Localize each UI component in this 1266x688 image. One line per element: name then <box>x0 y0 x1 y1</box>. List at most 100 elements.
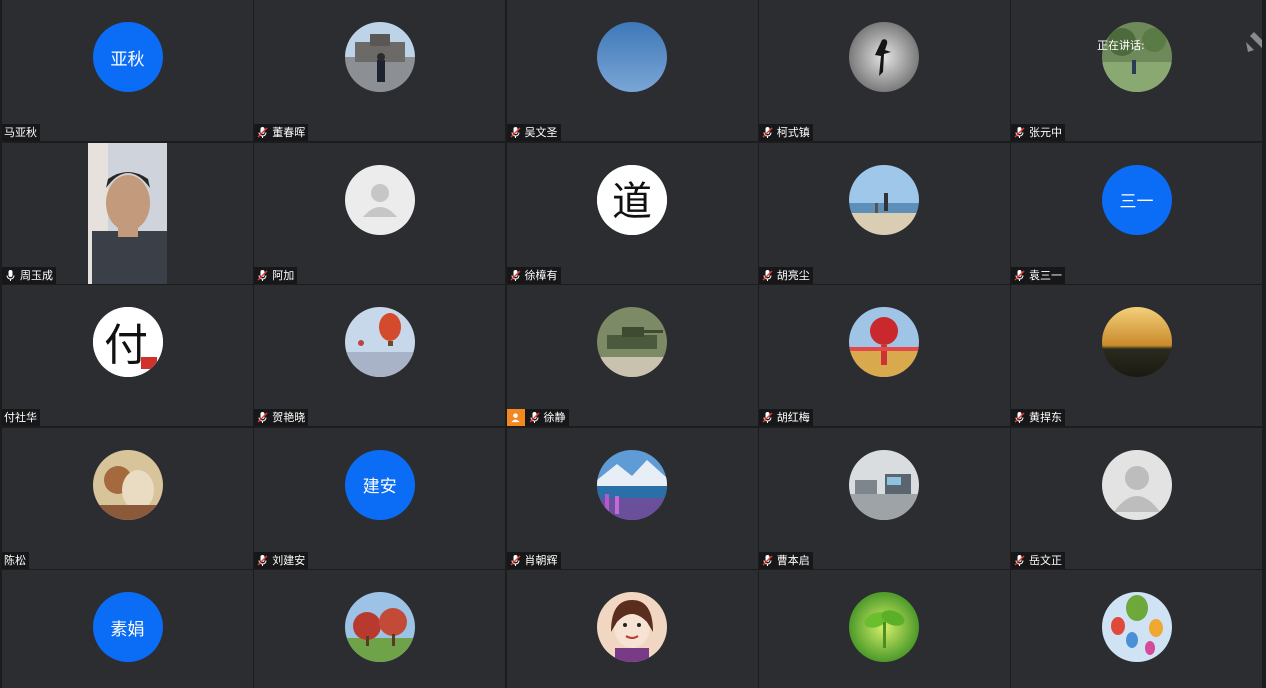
name-label: 曹本启 <box>758 551 813 569</box>
participant-tile[interactable]: 建安 刘建安 <box>254 427 506 569</box>
participant-name: 肖朝辉 <box>524 553 558 567</box>
name-label: 黄捍东 <box>1011 409 1065 426</box>
participant-name: 袁三一 <box>1029 268 1062 282</box>
participant-tile[interactable]: 胡亮尘 <box>758 142 1010 284</box>
avatar <box>597 22 667 92</box>
participant-tile[interactable] <box>254 570 506 688</box>
avatar <box>597 449 667 520</box>
participant-name: 岳文正 <box>1029 553 1062 567</box>
participant-name: 张元中 <box>1029 126 1062 139</box>
muted-mic-icon <box>761 411 774 424</box>
avatar <box>344 592 415 662</box>
participant-name: 贺艳晓 <box>272 411 306 424</box>
participant-tile[interactable]: 董春晖 <box>254 0 506 141</box>
participant-name: 胡亮尘 <box>776 268 810 282</box>
participant-name: 黄捍东 <box>1029 411 1062 424</box>
participant-tile[interactable]: 阿加 <box>254 142 506 284</box>
name-label: 贺艳晓 <box>254 409 309 426</box>
muted-mic-icon <box>509 554 522 567</box>
avatar <box>849 164 920 235</box>
avatar: 亚秋 <box>92 22 163 92</box>
name-label: 付社华 <box>2 409 40 426</box>
name-label: 马亚秋 <box>2 124 40 141</box>
participant-tile[interactable]: 付 付社华 <box>2 285 253 426</box>
mic-icon <box>4 269 17 282</box>
host-person-icon <box>506 408 525 426</box>
muted-mic-icon <box>509 126 522 139</box>
muted-mic-icon <box>1013 269 1026 282</box>
avatar <box>597 307 667 377</box>
participant-name: 周玉成 <box>20 268 53 282</box>
name-label: 周玉成 <box>2 266 56 284</box>
muted-mic-icon <box>1013 554 1026 567</box>
name-label: 徐樟有 <box>506 266 561 284</box>
muted-mic-icon <box>761 126 774 139</box>
participant-tile[interactable]: 肖朝辉 <box>506 427 758 569</box>
participant-tile[interactable]: 徐静 <box>506 285 758 426</box>
name-label: 张元中 <box>1011 124 1065 141</box>
avatar <box>344 307 415 377</box>
avatar <box>1101 449 1172 520</box>
participant-tile[interactable]: 陈松 <box>2 427 253 569</box>
participant-tile[interactable]: 素娟 <box>2 570 253 688</box>
participant-tile[interactable] <box>1011 570 1262 688</box>
participant-tile[interactable]: 柯式镇 <box>758 0 1010 141</box>
participant-tile[interactable]: 黄捍东 <box>1011 285 1262 426</box>
name-label: 胡红梅 <box>758 409 813 426</box>
participant-tile[interactable]: 周玉成 <box>2 142 253 284</box>
participant-tile[interactable]: 岳文正 <box>1011 427 1262 569</box>
participant-tile[interactable]: 道 徐樟有 <box>506 142 758 284</box>
name-label: 阿加 <box>254 266 298 284</box>
name-label: 岳文正 <box>1011 551 1065 569</box>
muted-mic-icon <box>761 554 774 567</box>
live-video <box>88 142 167 284</box>
avatar <box>597 592 667 662</box>
avatar: 素娟 <box>92 592 163 662</box>
participant-tile[interactable] <box>758 570 1010 688</box>
participant-tile[interactable]: 正在讲话: 张元中 <box>1011 0 1262 141</box>
participant-tile[interactable]: 曹本启 <box>758 427 1010 569</box>
muted-mic-icon <box>509 269 522 282</box>
name-label: 吴文圣 <box>506 124 561 141</box>
participant-name: 曹本启 <box>776 553 810 567</box>
muted-mic-icon <box>1013 411 1026 424</box>
avatar <box>1101 307 1172 377</box>
participant-tile[interactable]: 胡红梅 <box>758 285 1010 426</box>
calligraphy-text: 道 <box>612 179 652 225</box>
muted-mic-icon <box>256 269 269 282</box>
avatar <box>849 449 920 520</box>
avatar <box>344 164 415 235</box>
participant-name: 马亚秋 <box>4 126 37 139</box>
participant-tile[interactable]: 三一 袁三一 <box>1011 142 1262 284</box>
participant-name: 付社华 <box>4 411 37 424</box>
name-label: 陈松 <box>2 551 29 569</box>
participant-tile[interactable] <box>506 570 758 688</box>
muted-mic-icon <box>1013 126 1026 139</box>
participant-tile[interactable]: 贺艳晓 <box>254 285 506 426</box>
pin-icon[interactable] <box>1240 30 1262 56</box>
participant-name: 陈松 <box>4 553 26 567</box>
name-label: 柯式镇 <box>758 124 813 141</box>
participant-name: 柯式镇 <box>776 126 810 139</box>
participant-tile[interactable]: 吴文圣 <box>506 0 758 141</box>
participant-name: 董春晖 <box>272 126 306 139</box>
avatar <box>849 22 920 92</box>
avatar <box>1101 592 1172 662</box>
muted-mic-icon <box>256 554 269 567</box>
participant-grid: 亚秋 马亚秋 董春晖 吴文圣 柯式镇 正在讲话: 张元中 周玉成 阿加 道 徐樟… <box>2 0 1262 688</box>
name-label: 徐静 <box>506 408 569 426</box>
name-label: 刘建安 <box>254 551 309 569</box>
speaking-indicator: 正在讲话: <box>1097 39 1145 52</box>
participant-name: 徐静 <box>543 411 566 424</box>
muted-mic-icon <box>528 411 541 424</box>
participant-tile[interactable]: 亚秋 马亚秋 <box>2 0 253 141</box>
name-label: 肖朝辉 <box>506 551 561 569</box>
avatar: 三一 <box>1101 164 1172 235</box>
name-label: 董春晖 <box>254 124 309 141</box>
muted-mic-icon <box>761 269 774 282</box>
participant-name: 吴文圣 <box>524 126 558 139</box>
participant-name: 胡红梅 <box>776 411 810 424</box>
muted-mic-icon <box>256 126 269 139</box>
avatar: 道 <box>597 164 667 235</box>
avatar <box>849 307 920 377</box>
